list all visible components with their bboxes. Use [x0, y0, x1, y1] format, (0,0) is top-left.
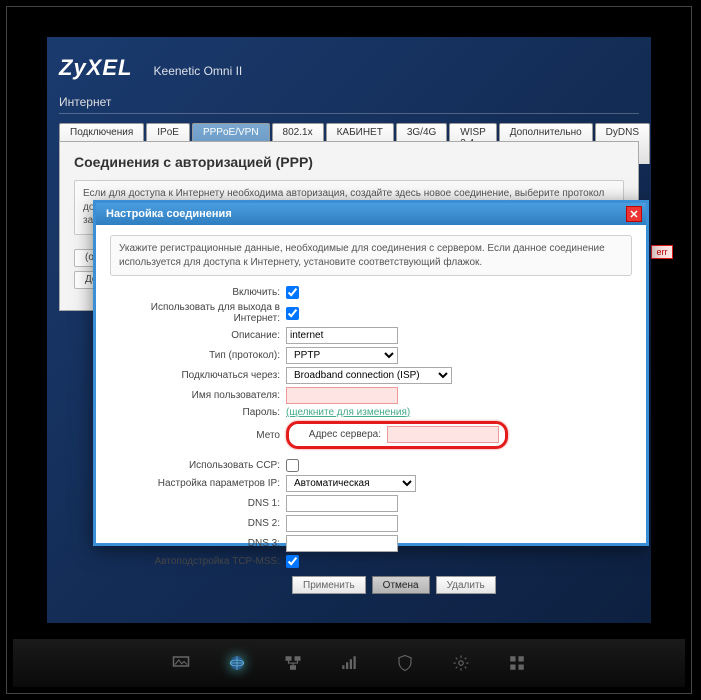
dns3-input[interactable]	[286, 535, 398, 552]
delete-button[interactable]: Удалить	[436, 576, 496, 594]
modal-title: Настройка соединения	[106, 208, 232, 220]
server-address-input[interactable]	[387, 426, 499, 443]
close-icon[interactable]: ✕	[626, 206, 642, 222]
monitor-icon[interactable]	[171, 654, 191, 672]
dns1-input[interactable]	[286, 495, 398, 512]
server-address-label: Адрес сервера:	[291, 429, 387, 440]
gear-icon[interactable]	[451, 654, 471, 672]
method-label: Мето	[110, 430, 286, 441]
globe-icon[interactable]	[227, 654, 247, 672]
use-for-internet-label: Использовать для выхода в Интернет:	[110, 302, 286, 324]
signal-icon[interactable]	[339, 654, 359, 672]
ccp-label: Использовать CCP:	[110, 460, 286, 471]
username-input[interactable]	[286, 387, 398, 404]
description-label: Описание:	[110, 330, 286, 341]
dns3-label: DNS 3:	[110, 538, 286, 549]
enable-label: Включить:	[110, 287, 286, 298]
section-title: Интернет	[59, 95, 111, 109]
connection-settings-modal: Настройка соединения ✕ Укажите регистрац…	[93, 200, 649, 546]
ipconfig-select[interactable]: Автоматическая	[286, 475, 416, 492]
dns2-input[interactable]	[286, 515, 398, 532]
password-label: Пароль:	[110, 407, 286, 418]
dns2-label: DNS 2:	[110, 518, 286, 529]
use-for-internet-checkbox[interactable]	[286, 307, 299, 320]
ccp-checkbox[interactable]	[286, 459, 299, 472]
connect-via-label: Подключаться через:	[110, 370, 286, 381]
type-label: Тип (протокол):	[110, 350, 286, 361]
mss-checkbox[interactable]	[286, 555, 299, 568]
username-label: Имя пользователя:	[110, 390, 286, 401]
enable-checkbox[interactable]	[286, 286, 299, 299]
panel-title: Соединения с авторизацией (PPP)	[74, 154, 624, 170]
password-change-link[interactable]: (щелкните для изменения)	[286, 407, 410, 418]
apply-button[interactable]: Применить	[292, 576, 366, 594]
shield-icon[interactable]	[395, 654, 415, 672]
mss-label: Автоподстройка TCP-MSS:	[110, 556, 286, 567]
ipconfig-label: Настройка параметров IP:	[110, 478, 286, 489]
network-icon[interactable]	[283, 654, 303, 672]
cancel-button[interactable]: Отмена	[372, 576, 430, 594]
dns1-label: DNS 1:	[110, 498, 286, 509]
bottom-toolbar	[13, 639, 685, 687]
connect-via-select[interactable]: Broadband connection (ISP)	[286, 367, 452, 384]
protocol-select[interactable]: PPTP	[286, 347, 398, 364]
apps-icon[interactable]	[507, 654, 527, 672]
error-badge: err	[651, 245, 673, 259]
brand-logo: ZyXEL	[59, 55, 132, 80]
description-input[interactable]	[286, 327, 398, 344]
device-model: Keenetic Omni II	[154, 64, 243, 78]
modal-description: Укажите регистрационные данные, необходи…	[110, 235, 632, 276]
highlight-ring: Адрес сервера:	[286, 421, 508, 449]
